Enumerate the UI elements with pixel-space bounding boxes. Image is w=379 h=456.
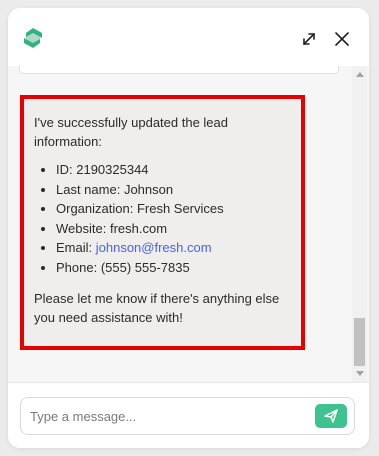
scroll-down-arrow-icon[interactable] xyxy=(356,371,364,376)
message-intro: I've successfully updated the lead infor… xyxy=(34,115,228,149)
assistant-message: I've successfully updated the lead infor… xyxy=(20,95,305,350)
chat-widget: I've successfully updated the lead infor… xyxy=(8,8,369,448)
chat-header xyxy=(8,8,369,66)
send-icon xyxy=(324,409,338,423)
message-input-box xyxy=(20,397,355,435)
list-item: Website: fresh.com xyxy=(56,219,291,239)
email-link[interactable]: johnson@fresh.com xyxy=(96,240,212,255)
list-item: Email: johnson@fresh.com xyxy=(56,238,291,258)
conversation-area[interactable]: I've successfully updated the lead infor… xyxy=(8,66,369,382)
list-item: Last name: Johnson xyxy=(56,180,291,200)
send-button[interactable] xyxy=(315,404,347,428)
lead-details-list: ID: 2190325344 Last name: Johnson Organi… xyxy=(56,160,291,277)
brand-logo-icon xyxy=(22,27,44,49)
list-item: Organization: Fresh Services xyxy=(56,199,291,219)
scroll-up-arrow-icon[interactable] xyxy=(356,72,364,77)
scrollbar-thumb[interactable] xyxy=(354,318,365,366)
message-closing: Please let me know if there's anything e… xyxy=(34,291,280,325)
expand-icon[interactable] xyxy=(300,30,318,48)
scrollbar[interactable] xyxy=(352,66,367,382)
previous-message-card xyxy=(19,66,339,74)
message-input[interactable] xyxy=(30,407,310,425)
list-item: Phone: (555) 555-7835 xyxy=(56,258,291,278)
list-item: ID: 2190325344 xyxy=(56,160,291,180)
close-icon[interactable] xyxy=(333,30,351,48)
message-composer xyxy=(8,382,369,448)
